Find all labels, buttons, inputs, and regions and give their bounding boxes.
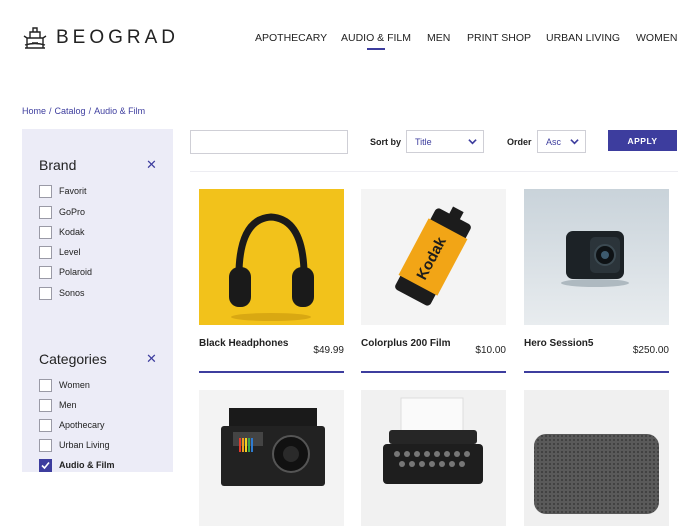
- sort-select[interactable]: Title: [406, 130, 484, 153]
- category-option[interactable]: Women: [39, 378, 90, 392]
- category-option-checked[interactable]: Audio & Film: [39, 458, 115, 472]
- checkbox[interactable]: [39, 265, 52, 279]
- product-card[interactable]: Hero Session5 $250.00: [524, 189, 669, 373]
- category-option[interactable]: Apothecary: [39, 418, 105, 432]
- product-card[interactable]: [524, 390, 669, 526]
- checkbox-checked[interactable]: [39, 458, 52, 472]
- speaker-icon: [534, 434, 659, 514]
- product-name[interactable]: Colorplus 200 Film: [361, 338, 456, 350]
- filter-sidebar: Brand ✕ Favorit GoPro Kodak Level Polaro…: [22, 129, 173, 472]
- checkbox[interactable]: [39, 205, 52, 219]
- nav-item-apothecary[interactable]: APOTHECARY: [255, 32, 327, 44]
- sort-value: Title: [415, 136, 432, 147]
- nav-item-audio-film[interactable]: AUDIO & FILM: [341, 32, 411, 50]
- order-select[interactable]: Asc: [537, 130, 586, 153]
- order-value: Asc: [546, 136, 562, 147]
- brand-facet-title: Brand: [39, 157, 77, 173]
- apply-button[interactable]: APPLY: [608, 130, 677, 151]
- breadcrumb-catalog[interactable]: Catalog: [55, 106, 86, 116]
- checkbox[interactable]: [39, 225, 52, 239]
- checkbox[interactable]: [39, 286, 52, 300]
- nav-item-print-shop[interactable]: PRINT SHOP: [467, 32, 531, 44]
- checkmark-icon: [41, 461, 50, 469]
- product-price: $250.00: [632, 345, 669, 356]
- breadcrumb: Home / Catalog / Audio & Film: [22, 106, 145, 116]
- product-underline: [361, 371, 506, 373]
- brand-facet-close-icon[interactable]: ✕: [146, 158, 157, 172]
- breadcrumb-current[interactable]: Audio & Film: [94, 106, 145, 116]
- checkbox[interactable]: [39, 245, 52, 259]
- product-card[interactable]: [199, 390, 344, 526]
- product-image-film-roll[interactable]: Kodak: [361, 189, 506, 325]
- typewriter-icon: [383, 397, 483, 484]
- film-roll-icon: Kodak: [395, 206, 471, 306]
- brand-option[interactable]: GoPro: [39, 205, 85, 219]
- brand-option[interactable]: Level: [39, 245, 81, 259]
- category-option[interactable]: Urban Living: [39, 438, 110, 452]
- product-image-speaker[interactable]: [524, 390, 669, 526]
- brand-option[interactable]: Sonos: [39, 286, 85, 300]
- breadcrumb-home[interactable]: Home: [22, 106, 46, 116]
- action-camera-icon: [561, 231, 629, 287]
- breadcrumb-separator: /: [88, 106, 92, 116]
- product-price: $10.00: [475, 345, 506, 356]
- product-card[interactable]: Kodak Colorplus 200 Film $10.00: [361, 189, 506, 373]
- product-name[interactable]: Black Headphones: [199, 338, 294, 350]
- main-nav: APOTHECARY AUDIO & FILM MEN PRINT SHOP U…: [0, 32, 690, 52]
- chevron-down-icon: [468, 139, 477, 145]
- brand-option[interactable]: Kodak: [39, 225, 85, 239]
- product-card[interactable]: Black Headphones $49.99: [199, 189, 344, 373]
- checkbox[interactable]: [39, 418, 52, 432]
- product-name[interactable]: Hero Session5: [524, 338, 619, 350]
- sort-label: Sort by: [370, 137, 402, 147]
- checkbox[interactable]: [39, 438, 52, 452]
- categories-facet-close-icon[interactable]: ✕: [146, 352, 157, 366]
- product-underline: [524, 371, 669, 373]
- chevron-down-icon: [570, 139, 579, 145]
- brand-option[interactable]: Polaroid: [39, 265, 92, 279]
- search-input[interactable]: [190, 130, 348, 154]
- headphones-icon: [229, 213, 314, 321]
- breadcrumb-separator: /: [49, 106, 52, 116]
- category-option[interactable]: Men: [39, 398, 77, 412]
- nav-item-women[interactable]: WOMEN: [636, 32, 677, 44]
- product-underline: [199, 371, 344, 373]
- divider: [190, 171, 678, 172]
- checkbox[interactable]: [39, 184, 52, 198]
- checkbox[interactable]: [39, 378, 52, 392]
- product-card[interactable]: [361, 390, 506, 526]
- product-image-action-camera[interactable]: [524, 189, 669, 325]
- brand-option[interactable]: Favorit: [39, 184, 87, 198]
- categories-facet-title: Categories: [39, 351, 107, 367]
- checkbox[interactable]: [39, 398, 52, 412]
- product-price: $49.99: [313, 345, 344, 356]
- product-image-headphones[interactable]: [199, 189, 344, 325]
- product-image-typewriter[interactable]: [361, 390, 506, 526]
- instant-camera-icon: [221, 408, 325, 486]
- nav-item-urban-living[interactable]: URBAN LIVING: [546, 32, 620, 44]
- product-image-instant-camera[interactable]: [199, 390, 344, 526]
- order-label: Order: [507, 137, 532, 147]
- site-header: BEOGRAD APOTHECARY AUDIO & FILM MEN PRIN…: [0, 0, 690, 80]
- nav-item-men[interactable]: MEN: [427, 32, 450, 44]
